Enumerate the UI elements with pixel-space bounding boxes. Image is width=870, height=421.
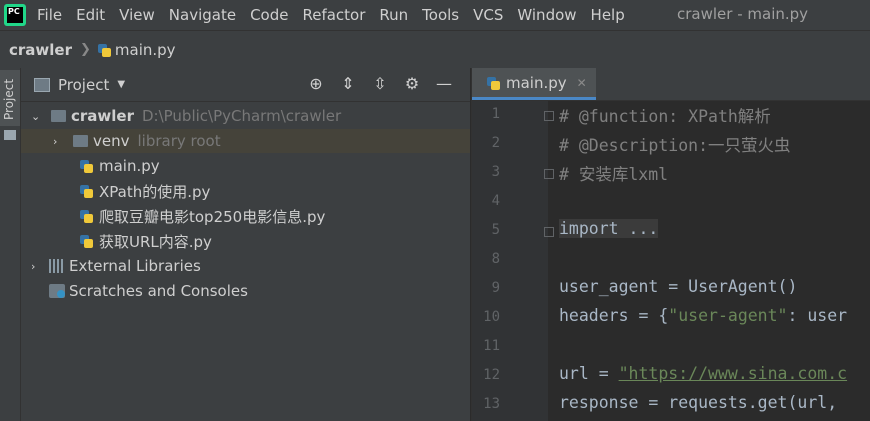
chevron-down-icon[interactable]: ⌄ xyxy=(31,110,43,123)
project-panel: Project ▼ ⊕ ⇕ ⇳ ⚙ — ⌄ crawler D:\Public\… xyxy=(21,68,470,421)
chevron-right-icon[interactable]: › xyxy=(31,260,43,273)
code-line: # @Description:一只萤火虫 xyxy=(559,136,791,155)
folder-icon xyxy=(73,135,88,147)
menu-edit[interactable]: Edit xyxy=(76,6,105,24)
line-number: 2 xyxy=(491,135,500,151)
library-icon xyxy=(49,259,65,273)
line-number: 10 xyxy=(483,309,500,325)
folder-icon xyxy=(4,130,16,140)
python-file-icon xyxy=(79,234,93,248)
project-panel-header: Project ▼ ⊕ ⇕ ⇳ ⚙ — xyxy=(21,68,470,102)
editor-tab-bar: main.py ✕ xyxy=(472,68,870,101)
menu-bar: PC File Edit View Navigate Code Refactor… xyxy=(0,0,870,30)
line-number: 12 xyxy=(483,367,500,383)
breadcrumb: crawler ❯ main.py xyxy=(0,30,870,69)
line-number: 4 xyxy=(491,193,500,209)
line-gutter: 1 2 3 4 5 8 9 10 11 12 13 xyxy=(472,101,554,421)
tree-item-label: Scratches and Consoles xyxy=(69,282,248,300)
menu-help[interactable]: Help xyxy=(591,6,625,24)
code-string: "user-agent" xyxy=(668,306,788,325)
tree-item-label: XPath的使用.py xyxy=(99,182,211,201)
tab-main-py[interactable]: main.py ✕ xyxy=(472,68,596,100)
menu-view[interactable]: View xyxy=(119,6,155,24)
gear-icon[interactable]: ⚙ xyxy=(400,74,424,94)
project-toolbar: ⊕ ⇕ ⇳ ⚙ — xyxy=(296,74,456,94)
folded-imports[interactable]: import ... xyxy=(559,219,659,238)
menu-items: File Edit View Navigate Code Refactor Ru… xyxy=(37,6,639,24)
code-area[interactable]: # @function: XPath解析 # @Description:一只萤火… xyxy=(548,101,870,421)
tree-item-hint: library root xyxy=(137,132,221,150)
tab-label: main.py xyxy=(506,73,567,92)
breadcrumb-separator-icon: ❯ xyxy=(79,42,91,57)
menu-navigate[interactable]: Navigate xyxy=(169,6,236,24)
line-number: 13 xyxy=(483,396,500,412)
tool-window-strip: Project xyxy=(0,68,21,421)
locate-icon[interactable]: ⊕ xyxy=(304,74,328,94)
tree-item-scratches[interactable]: Scratches and Consoles xyxy=(21,279,470,303)
tree-item-crawler[interactable]: ⌄ crawler D:\Public\PyCharm\crawler xyxy=(21,104,470,128)
tree-item-external-libraries[interactable]: › External Libraries xyxy=(21,254,470,278)
editor: main.py ✕ 1 2 3 4 5 8 9 10 11 12 13 # @f… xyxy=(471,68,870,421)
code-line: headers = {"user-agent": user xyxy=(559,306,847,325)
tree-item-venv[interactable]: › venv library root xyxy=(21,129,470,153)
code-token: headers = { xyxy=(559,306,669,325)
tree-item-url-py[interactable]: 获取URL内容.py xyxy=(21,229,470,253)
line-number: 9 xyxy=(491,280,500,296)
tree-item-douban-py[interactable]: 爬取豆瓣电影top250电影信息.py xyxy=(21,204,470,228)
tree-item-label: External Libraries xyxy=(69,257,201,275)
code-token: url = xyxy=(559,364,619,383)
tree-item-label: 获取URL内容.py xyxy=(99,232,212,251)
menu-vcs[interactable]: VCS xyxy=(473,6,503,24)
code-line: # 安装库lxml xyxy=(559,165,669,184)
code-line: url = "https://www.sina.com.c xyxy=(559,364,847,383)
menu-refactor[interactable]: Refactor xyxy=(302,6,365,24)
line-number: 3 xyxy=(491,164,500,180)
tree-item-label: venv xyxy=(93,132,130,150)
line-number: 11 xyxy=(483,338,500,354)
code-line: # @function: XPath解析 xyxy=(559,107,771,126)
chevron-down-icon[interactable]: ▼ xyxy=(117,79,125,90)
breadcrumb-file[interactable]: main.py xyxy=(115,41,176,59)
tree-item-label: 爬取豆瓣电影top250电影信息.py xyxy=(99,207,326,226)
line-number: 8 xyxy=(491,251,500,267)
project-panel-title[interactable]: Project xyxy=(58,76,109,94)
menu-file[interactable]: File xyxy=(37,6,62,24)
line-number: 5 xyxy=(491,222,500,238)
tree-item-main-py[interactable]: main.py xyxy=(21,154,470,178)
pycharm-logo-icon: PC xyxy=(4,4,26,26)
tree-item-path: D:\Public\PyCharm\crawler xyxy=(141,107,342,125)
menu-tools[interactable]: Tools xyxy=(422,6,459,24)
python-file-icon xyxy=(79,159,93,173)
project-icon xyxy=(34,77,50,92)
code-url-string[interactable]: "https://www.sina.com.c xyxy=(619,364,847,383)
close-icon[interactable]: ✕ xyxy=(577,76,587,90)
tree-item-xpath-py[interactable]: XPath的使用.py xyxy=(21,179,470,203)
menu-run[interactable]: Run xyxy=(379,6,408,24)
python-file-icon xyxy=(79,209,93,223)
line-number: 1 xyxy=(491,106,500,122)
python-file-icon xyxy=(79,184,93,198)
code-token: : user xyxy=(787,306,848,325)
collapse-all-icon[interactable]: ⇳ xyxy=(368,74,392,94)
chevron-right-icon[interactable]: › xyxy=(53,135,65,148)
expand-all-icon[interactable]: ⇕ xyxy=(336,74,360,94)
breadcrumb-project[interactable]: crawler xyxy=(9,41,72,59)
menu-window[interactable]: Window xyxy=(517,6,576,24)
tree-item-label: main.py xyxy=(99,157,160,175)
minimize-icon[interactable]: — xyxy=(432,74,456,94)
python-file-icon xyxy=(97,43,111,57)
code-line: response = requests.get(url, xyxy=(559,393,838,412)
code-line: user_agent = UserAgent() xyxy=(559,277,798,296)
scratches-icon xyxy=(49,284,65,298)
python-file-icon xyxy=(486,76,500,90)
window-title: crawler - main.py xyxy=(677,5,809,23)
tree-item-label: crawler xyxy=(71,107,134,125)
menu-code[interactable]: Code xyxy=(250,6,288,24)
project-tool-tab[interactable]: Project xyxy=(0,70,20,126)
folder-icon xyxy=(51,110,66,122)
